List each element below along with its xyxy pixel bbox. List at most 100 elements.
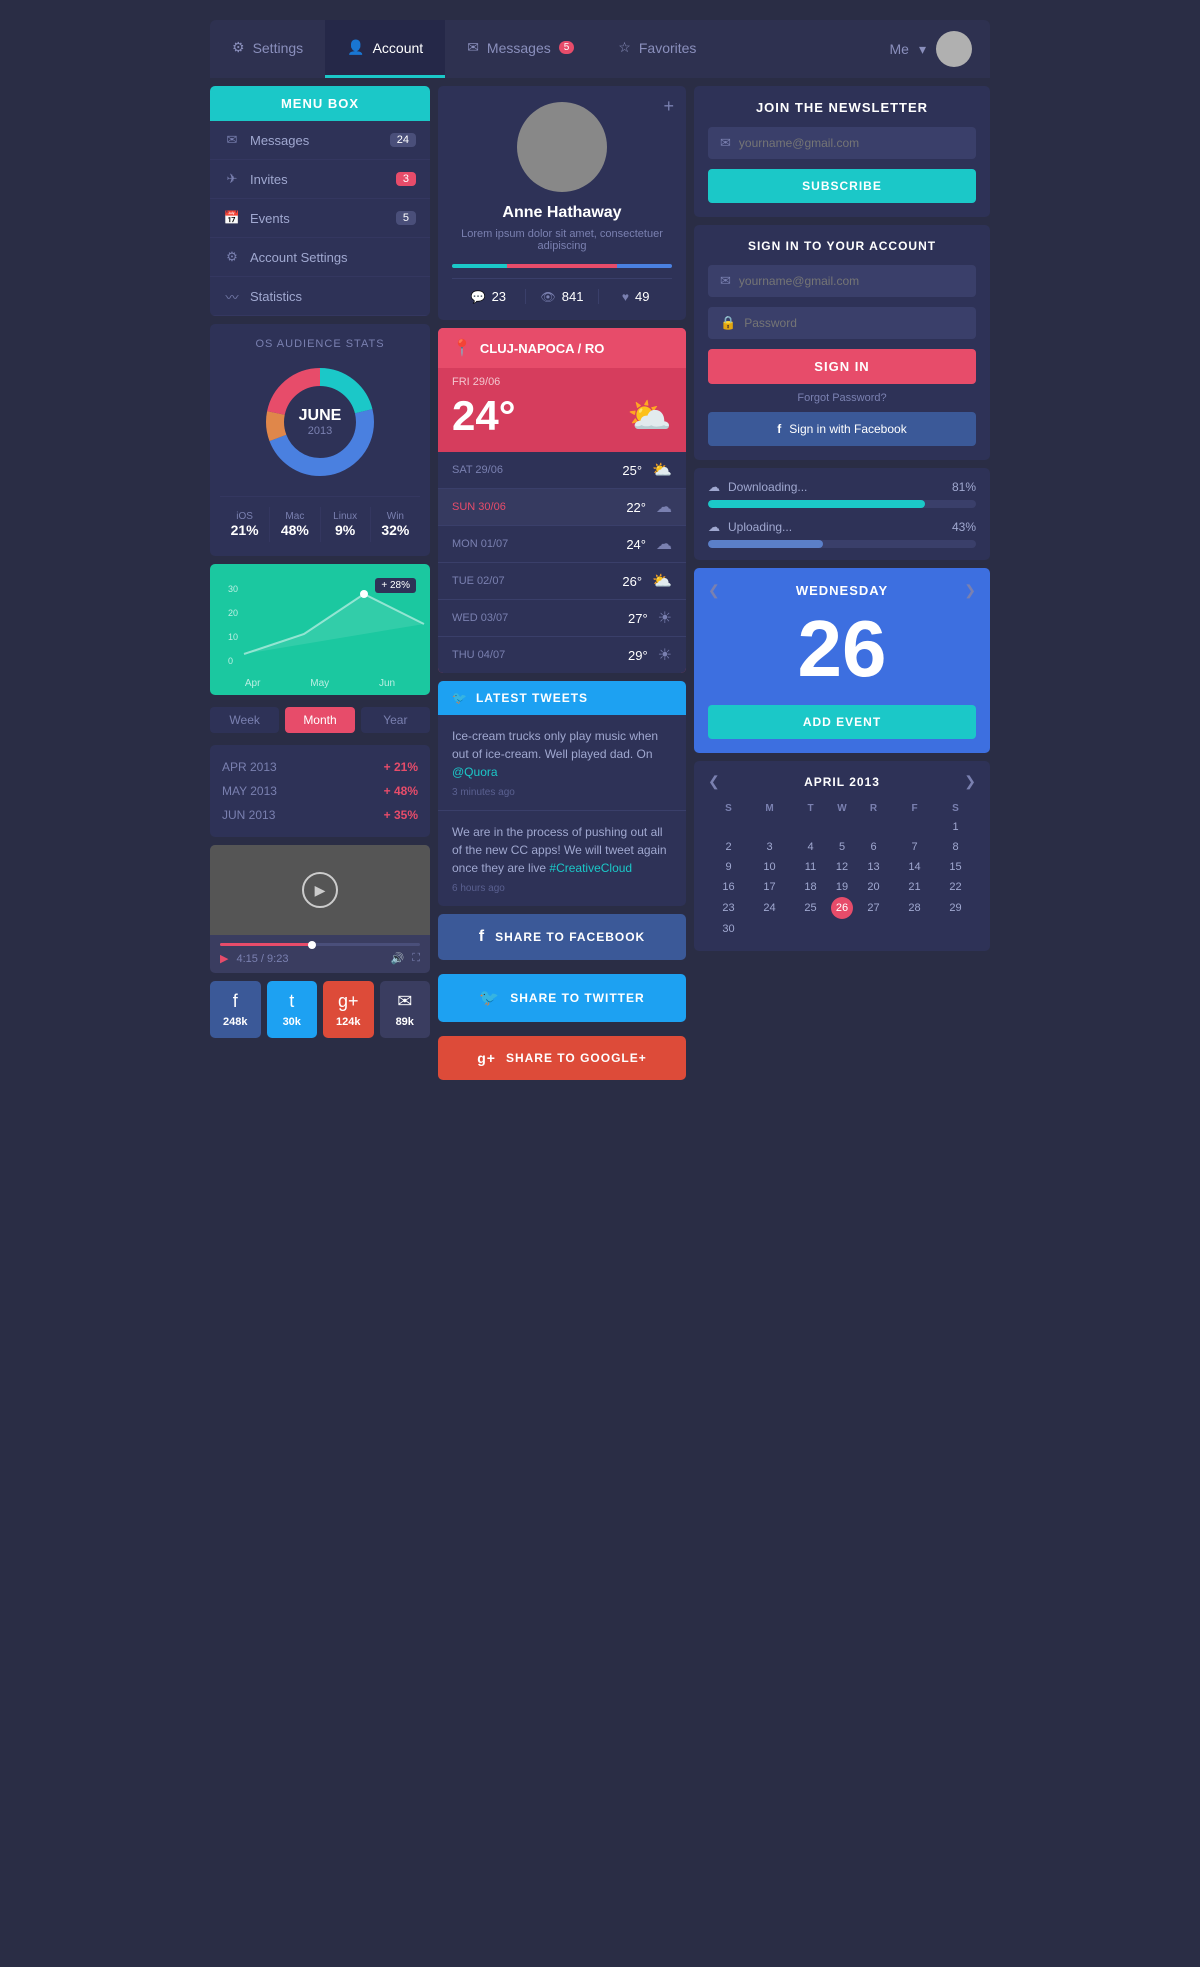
share-googleplus-button[interactable]: g+ SHARE TO GOOGLE+ xyxy=(438,1036,686,1080)
chart-y-labels: 30 20 10 0 xyxy=(228,584,238,666)
wednesday-title: WEDNESDAY xyxy=(796,583,888,598)
donut-chart: JUNE 2013 xyxy=(260,362,380,482)
calendar-day[interactable]: 17 xyxy=(749,877,790,897)
calendar-day[interactable]: 12 xyxy=(831,857,853,877)
tweet-2-text: We are in the process of pushing out all… xyxy=(452,823,672,877)
calendar-day[interactable]: 29 xyxy=(935,897,976,919)
calendar-day[interactable]: 15 xyxy=(935,857,976,877)
calendar-day[interactable]: 20 xyxy=(853,877,894,897)
signin-card: SIGN IN TO YOUR ACCOUNT ✉ 🔒 SIGN IN Forg… xyxy=(694,225,990,460)
calendar-day xyxy=(831,817,853,837)
calendar-day[interactable]: 6 xyxy=(853,837,894,857)
calendar-day[interactable]: 22 xyxy=(935,877,976,897)
menu-item-statistics[interactable]: 〰 Statistics xyxy=(210,277,430,316)
share-twitter-button[interactable]: 🐦 SHARE TO TWITTER xyxy=(438,974,686,1022)
calendar-day[interactable]: 28 xyxy=(894,897,935,919)
video-progress-dot xyxy=(308,941,316,949)
cal-next-button[interactable]: ❯ xyxy=(964,773,976,790)
calendar-day[interactable]: 1 xyxy=(935,817,976,837)
os-stat-ios: iOS 21% xyxy=(220,507,270,542)
calendar-day[interactable]: 2 xyxy=(708,837,749,857)
newsletter-email-input[interactable] xyxy=(739,136,964,150)
cc-hashtag-link[interactable]: #CreativeCloud xyxy=(549,861,632,875)
googleplus-share-small[interactable]: g+ 124k xyxy=(323,981,374,1038)
play-button[interactable]: ▶ xyxy=(302,872,338,908)
donut-year: 2013 xyxy=(299,425,342,437)
email-share-small[interactable]: ✉ 89k xyxy=(380,981,431,1038)
week-button[interactable]: Week xyxy=(210,707,279,733)
share-facebook-button[interactable]: f SHARE TO FACEBOOK xyxy=(438,914,686,960)
menu-item-events[interactable]: 📅 Events 5 xyxy=(210,199,430,238)
calendar-day[interactable]: 14 xyxy=(894,857,935,877)
calendar-day[interactable]: 18 xyxy=(790,877,831,897)
calendar-day[interactable]: 25 xyxy=(790,897,831,919)
calendar-day[interactable]: 10 xyxy=(749,857,790,877)
calendar-day[interactable]: 27 xyxy=(853,897,894,919)
calendar-day[interactable]: 9 xyxy=(708,857,749,877)
month-button[interactable]: Month xyxy=(285,707,354,733)
jun-val: + 35% xyxy=(384,808,418,822)
calendar-day[interactable]: 11 xyxy=(790,857,831,877)
cal-prev-button[interactable]: ❮ xyxy=(708,773,720,790)
fullscreen-icon[interactable]: ⛶ xyxy=(412,952,420,965)
volume-icon[interactable]: 🔊 xyxy=(391,952,405,965)
weather-icon-mon: ☁ xyxy=(656,534,672,554)
video-progress-bar[interactable] xyxy=(220,943,420,946)
wed-next-button[interactable]: ❯ xyxy=(964,582,976,599)
quora-link[interactable]: @Quora xyxy=(452,765,498,779)
menu-item-invites[interactable]: ✈ Invites 3 xyxy=(210,160,430,199)
calendar-day[interactable]: 24 xyxy=(749,897,790,919)
signin-password-input[interactable] xyxy=(744,316,964,330)
likes-icon: ♥ xyxy=(622,290,629,304)
signin-password-field[interactable]: 🔒 xyxy=(708,307,976,339)
forgot-password-link[interactable]: Forgot Password? xyxy=(708,392,976,404)
nav-favorites[interactable]: ☆ Favorites xyxy=(596,20,718,78)
cal-header-r: R xyxy=(853,800,894,817)
calendar-day[interactable]: 16 xyxy=(708,877,749,897)
facebook-signin-button[interactable]: f Sign in with Facebook xyxy=(708,412,976,446)
subscribe-button[interactable]: SUBSCRIBE xyxy=(708,169,976,203)
nav-account-label: Account xyxy=(373,40,424,56)
calendar-day[interactable]: 5 xyxy=(831,837,853,857)
main-content: MENU BOX ✉ Messages 24 ✈ Invites 3 📅 Eve… xyxy=(210,78,990,1094)
menu-box-header: MENU BOX xyxy=(210,86,430,121)
invites-icon: ✈ xyxy=(224,171,240,187)
calendar-day[interactable]: 8 xyxy=(935,837,976,857)
calendar-day[interactable]: 21 xyxy=(894,877,935,897)
newsletter-email-field[interactable]: ✉ xyxy=(708,127,976,159)
win-label: Win xyxy=(371,511,420,522)
twitter-share-small[interactable]: t 30k xyxy=(267,981,318,1038)
calendar-day[interactable]: 13 xyxy=(853,857,894,877)
add-event-button[interactable]: ADD EVENT xyxy=(708,705,976,739)
calendar-day[interactable]: 23 xyxy=(708,897,749,919)
calendar-body: 1234567891011121314151617181920212223242… xyxy=(708,817,976,939)
facebook-share-small[interactable]: f 248k xyxy=(210,981,261,1038)
lock-icon: 🔒 xyxy=(720,315,736,331)
wed-prev-button[interactable]: ❮ xyxy=(708,582,720,599)
calendar-day[interactable]: 3 xyxy=(749,837,790,857)
menu-item-messages[interactable]: ✉ Messages 24 xyxy=(210,121,430,160)
mini-calendar: ❮ APRIL 2013 ❯ S M T W R F S xyxy=(694,761,990,951)
calendar-day[interactable]: 26 xyxy=(831,897,853,919)
play-icon[interactable]: ▶ xyxy=(220,952,228,965)
calendar-day[interactable]: 30 xyxy=(708,919,749,939)
calendar-grid: S M T W R F S 12345678910111213141516171… xyxy=(708,800,976,939)
menu-item-account-settings[interactable]: ⚙ Account Settings xyxy=(210,238,430,277)
calendar-day[interactable]: 19 xyxy=(831,877,853,897)
calendar-day[interactable]: 4 xyxy=(790,837,831,857)
nav-account[interactable]: 👤 Account xyxy=(325,20,445,78)
signin-button[interactable]: SIGN IN xyxy=(708,349,976,384)
add-icon[interactable]: + xyxy=(663,96,674,117)
year-button[interactable]: Year xyxy=(361,707,430,733)
cal-header-w: W xyxy=(831,800,853,817)
signin-email-input[interactable] xyxy=(739,274,964,288)
calendar-day[interactable]: 7 xyxy=(894,837,935,857)
nav-settings[interactable]: ⚙ Settings xyxy=(210,20,325,78)
signin-email-field[interactable]: ✉ xyxy=(708,265,976,297)
nav-user[interactable]: Me ▾ xyxy=(872,20,990,78)
nav-favorites-label: Favorites xyxy=(639,40,697,56)
weather-main: FRI 29/06 24° ⛅ xyxy=(438,368,686,452)
comments-icon: 💬 xyxy=(471,290,486,304)
nav-messages[interactable]: ✉ Messages 5 xyxy=(445,20,596,78)
calendar-day xyxy=(749,817,790,837)
